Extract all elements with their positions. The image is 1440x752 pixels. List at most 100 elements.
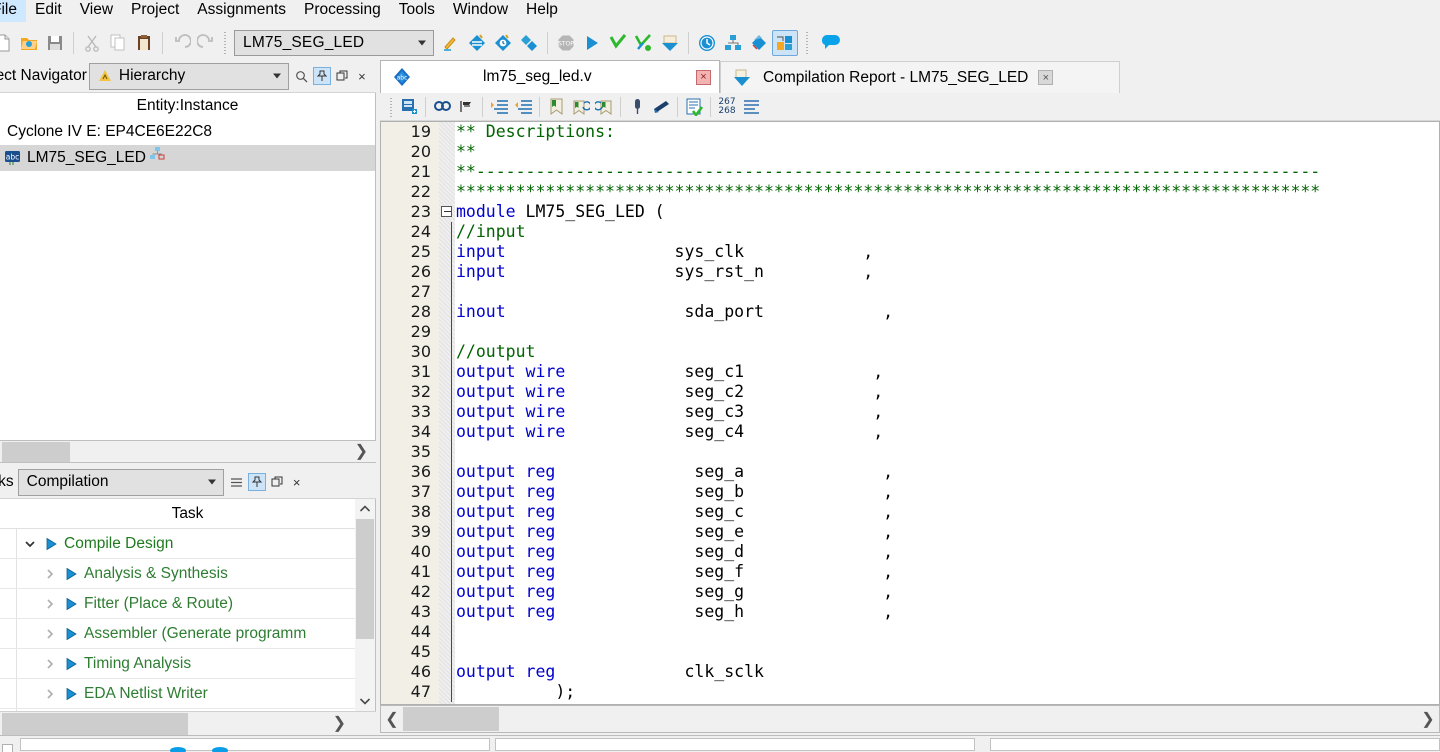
stop-icon[interactable]: STOP [553,30,579,56]
comment-icon[interactable] [625,95,649,119]
redo-icon[interactable] [194,30,220,56]
task-row[interactable]: Assembler (Generate programm [0,619,375,649]
menu-item-tools[interactable]: Tools [390,0,444,22]
task-row[interactable]: Compile Design [0,529,375,559]
fold-toggle-icon[interactable] [441,206,452,217]
code-line[interactable]: 36 output reg seg_a , [381,462,1439,482]
undo-icon[interactable] [168,30,194,56]
cut-icon[interactable] [79,30,105,56]
spell-check-icon[interactable] [682,95,706,119]
tab-close-icon[interactable]: × [696,69,711,85]
chevron-right-icon[interactable]: ❯ [355,443,368,460]
code-line[interactable]: 45 [381,642,1439,662]
run-task-icon[interactable] [60,687,82,701]
code-line[interactable]: 44 [381,622,1439,642]
run-task-icon[interactable] [60,627,82,641]
code-line[interactable]: 41 output reg seg_f , [381,562,1439,582]
find-icon[interactable] [430,95,454,119]
code-line[interactable]: 20 ** [381,142,1439,162]
menu-item-help[interactable]: Help [517,0,567,22]
run-task-icon[interactable] [40,537,62,551]
project-selector-combo[interactable]: LM75_SEG_LED [234,30,434,56]
decrease-indent-icon[interactable] [511,95,535,119]
increase-indent-icon[interactable] [487,95,511,119]
code-line[interactable]: 38 output reg seg_c , [381,502,1439,522]
menu-item-file[interactable]: File [0,0,26,22]
code-line[interactable]: 43 output reg seg_h , [381,602,1439,622]
toolbar-grip[interactable] [388,95,394,118]
code-line[interactable]: 42 output reg seg_g , [381,582,1439,602]
bookmark-prev-icon[interactable] [592,95,616,119]
line-numbers-icon[interactable]: 267 268 [715,95,739,119]
close-icon[interactable]: × [288,473,306,491]
chevron-right-icon[interactable] [40,688,60,700]
code-line[interactable]: 19 ** Descriptions: [381,122,1439,142]
chevron-right-icon[interactable] [40,568,60,580]
assembler-icon[interactable] [516,30,542,56]
editor-hscroll-thumb[interactable] [403,707,499,731]
code-line[interactable]: 28 inout sda_port , [381,302,1439,322]
copy-icon[interactable] [105,30,131,56]
chevron-right-icon[interactable]: ❯ [333,715,346,732]
tasks-vscrollbar[interactable] [355,499,375,711]
save-icon[interactable] [42,30,68,56]
code-line[interactable]: 46 output reg clk_sclk [381,662,1439,682]
new-file-icon[interactable] [0,30,16,56]
code-line[interactable]: 22 **************************************… [381,182,1439,202]
restore-icon[interactable] [333,67,351,85]
menu-item-assignments[interactable]: Assignments [188,0,295,22]
goto-icon[interactable] [454,95,478,119]
run-task-icon[interactable] [60,657,82,671]
code-line[interactable]: 27 [381,282,1439,302]
chevron-right-icon[interactable] [40,598,60,610]
code-line[interactable]: 33 output wire seg_c3 , [381,402,1439,422]
task-row[interactable]: EDA Netlist Writer [0,679,375,709]
chip-planner-icon[interactable] [772,30,798,56]
scroll-down-icon[interactable] [359,691,371,711]
navigator-device-row[interactable]: Cyclone IV E: EP4CE6E22C8 [0,119,375,145]
toolbar-grip[interactable] [804,30,810,56]
rtl-viewer-icon[interactable] [746,30,772,56]
tasks-hscroll-thumb[interactable] [2,712,188,735]
start-analysis-icon[interactable] [605,30,631,56]
menu-item-window[interactable]: Window [444,0,517,22]
code-line[interactable]: 32 output wire seg_c2 , [381,382,1439,402]
bookmark-next-icon[interactable] [568,95,592,119]
toolbar-grip[interactable] [222,30,228,56]
task-row[interactable]: Analysis & Synthesis [0,559,375,589]
run-task-icon[interactable] [60,597,82,611]
code-line[interactable]: 21 **------------------------------------… [381,162,1439,182]
uncomment-icon[interactable] [649,95,673,119]
tasks-hscrollbar[interactable]: ❯ [0,711,376,735]
navigator-hscroll-thumb[interactable] [2,441,70,462]
chevron-left-icon[interactable]: ❮ [381,709,403,729]
tab-compilation-report[interactable]: Compilation Report - LM75_SEG_LED × [720,61,1120,93]
programmer-icon[interactable] [657,30,683,56]
tasks-vscroll-thumb[interactable] [356,519,374,639]
close-icon[interactable]: × [353,67,371,85]
pin-icon[interactable] [312,67,331,85]
code-line[interactable]: 23 module LM75_SEG_LED ( [381,202,1439,222]
menu-item-edit[interactable]: Edit [26,0,71,22]
start-compilation-icon[interactable] [579,30,605,56]
navigator-hscrollbar[interactable]: ❯ [0,441,376,463]
task-row[interactable]: Timing Analysis [0,649,375,679]
messages-bubble-icon[interactable] [818,30,844,56]
paste-icon[interactable] [131,30,157,56]
menu-item-processing[interactable]: Processing [295,0,390,22]
tab-close-icon[interactable]: × [1038,70,1054,85]
code-line[interactable]: 25 input sys_clk , [381,242,1439,262]
fitter-icon[interactable] [490,30,516,56]
analysis-elaboration-icon[interactable] [438,30,464,56]
code-line[interactable]: 31 output wire seg_c1 , [381,362,1439,382]
analysis-synthesis-icon[interactable] [464,30,490,56]
tab-lm75-seg-led-v[interactable]: abc lm75_seg_led.v × [380,60,720,93]
task-row[interactable]: Fitter (Place & Route) [0,589,375,619]
code-line[interactable]: 47 ); [381,682,1439,702]
code-line[interactable]: 34 output wire seg_c4 , [381,422,1439,442]
flow-combo[interactable]: Compilation [17,468,224,496]
wrap-icon[interactable] [739,95,763,119]
code-line[interactable]: 40 output reg seg_d , [381,542,1439,562]
menu-item-view[interactable]: View [71,0,122,22]
bookmark-toggle-icon[interactable] [544,95,568,119]
